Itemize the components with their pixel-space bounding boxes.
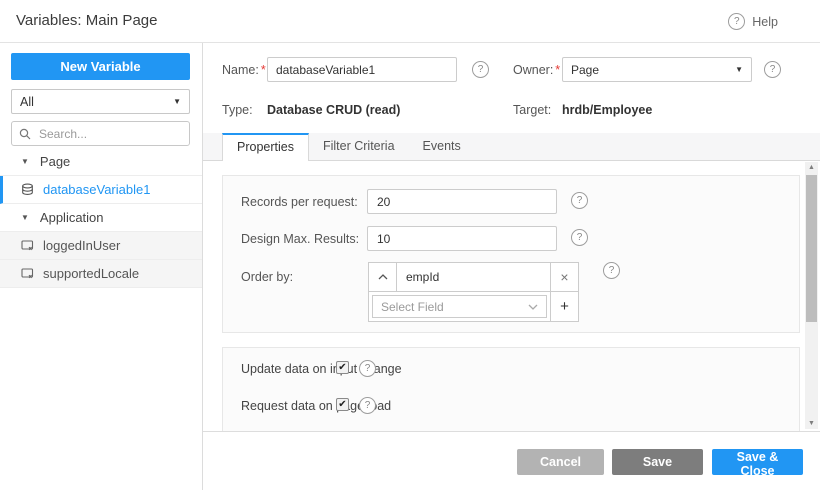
tree-group-application[interactable]: ▼ Application: [0, 204, 202, 232]
scrollbar-thumb[interactable]: [806, 175, 817, 322]
dialog-footer: Cancel Save Save & Close: [203, 431, 820, 490]
owner-help-icon[interactable]: ?: [764, 61, 781, 78]
sort-direction-toggle[interactable]: [369, 263, 397, 291]
data-settings-panel: Records per request: ? Design Max. Resul…: [222, 175, 800, 333]
tree-group-label: Page: [40, 154, 70, 169]
name-input[interactable]: [267, 57, 457, 82]
name-help-icon[interactable]: ?: [472, 61, 489, 78]
check-icon: ✔: [338, 400, 346, 410]
tab-bar: Properties Filter Criteria Events: [203, 133, 820, 161]
check-icon: ✔: [338, 363, 346, 373]
select-field-dropdown[interactable]: Select Field: [372, 295, 547, 318]
page-title: Variables: Main Page: [16, 12, 157, 29]
tree-item-label: loggedInUser: [43, 238, 120, 253]
add-order-field-row: Select Field +: [368, 292, 579, 322]
behavior-panel: Update data on input change ✔ ? Request …: [222, 347, 800, 431]
dialog-header: Variables: Main Page ? Help: [0, 0, 820, 43]
add-order-field-button[interactable]: +: [550, 292, 578, 321]
tree-item-databasevariable1[interactable]: databaseVariable1: [0, 176, 202, 204]
type-label: Type:: [222, 103, 253, 117]
new-variable-button[interactable]: New Variable: [11, 53, 190, 80]
chevron-up-icon: [378, 274, 388, 280]
chevron-down-icon: ▼: [735, 65, 743, 74]
chevron-down-icon: [528, 304, 538, 310]
database-variable-icon: [20, 183, 34, 197]
save-close-button[interactable]: Save & Close: [712, 449, 803, 475]
search-box[interactable]: [11, 121, 190, 146]
required-marker: *: [553, 63, 560, 77]
tree-group-label: Application: [40, 210, 104, 225]
design-max-results-help-icon[interactable]: ?: [571, 229, 588, 246]
design-max-results-input[interactable]: [367, 226, 557, 251]
request-on-load-help-icon[interactable]: ?: [359, 397, 376, 414]
tree-item-label: supportedLocale: [43, 266, 139, 281]
target-label: Target:: [513, 103, 551, 117]
chevron-down-icon: ▼: [173, 97, 181, 106]
variables-dialog: Variables: Main Page ? Help New Variable…: [0, 0, 820, 490]
order-by-field-value[interactable]: empId: [397, 263, 550, 291]
properties-tab-panel: Records per request: ? Design Max. Resul…: [203, 161, 805, 431]
vertical-scrollbar[interactable]: ▲ ▼: [805, 162, 818, 429]
collapse-icon[interactable]: ▼: [21, 157, 29, 166]
order-by-row: empId ×: [368, 262, 579, 292]
tab-properties[interactable]: Properties: [222, 133, 309, 161]
required-marker: *: [259, 63, 266, 77]
name-label: Name:*: [222, 63, 266, 77]
variable-filter-select[interactable]: All ▼: [11, 89, 190, 114]
remove-order-field-button[interactable]: ×: [550, 263, 578, 291]
search-input[interactable]: [37, 126, 182, 142]
records-per-request-help-icon[interactable]: ?: [571, 192, 588, 209]
tree-item-label: databaseVariable1: [43, 182, 150, 197]
tab-filter-criteria[interactable]: Filter Criteria: [309, 133, 409, 160]
tree-group-page[interactable]: ▼ Page: [0, 148, 202, 176]
order-by-help-icon[interactable]: ?: [603, 262, 620, 279]
records-per-request-label: Records per request:: [241, 195, 358, 209]
select-field-placeholder: Select Field: [381, 300, 444, 314]
help-label: Help: [752, 15, 778, 29]
tree-item-supportedlocale[interactable]: supportedLocale: [0, 260, 202, 288]
static-variable-icon: [20, 239, 34, 253]
save-button[interactable]: Save: [612, 449, 703, 475]
owner-select[interactable]: Page ▼: [562, 57, 752, 82]
static-variable-icon: [20, 267, 34, 281]
collapse-icon[interactable]: ▼: [21, 213, 29, 222]
scroll-down-icon[interactable]: ▼: [805, 420, 818, 427]
records-per-request-input[interactable]: [367, 189, 557, 214]
update-on-input-checkbox[interactable]: ✔: [336, 361, 349, 374]
scroll-up-icon[interactable]: ▲: [805, 164, 818, 171]
owner-label: Owner:*: [513, 63, 560, 77]
cancel-button[interactable]: Cancel: [517, 449, 604, 475]
order-by-widget: empId × Select Field +: [368, 262, 579, 322]
design-max-results-label: Design Max. Results:: [241, 232, 359, 246]
help-button[interactable]: ? Help: [728, 13, 778, 30]
search-icon: [19, 128, 31, 140]
variable-filter-value: All: [20, 95, 34, 109]
select-field-wrap: Select Field: [369, 292, 550, 321]
update-on-input-help-icon[interactable]: ?: [359, 360, 376, 377]
owner-value: Page: [571, 63, 599, 77]
update-on-input-label: Update data on input change: [241, 361, 402, 377]
sidebar: New Variable All ▼ ▼ Page: [0, 43, 203, 490]
tab-events[interactable]: Events: [409, 133, 475, 160]
help-icon: ?: [728, 13, 745, 30]
target-value: hrdb/Employee: [562, 103, 652, 117]
tree-item-loggedinuser[interactable]: loggedInUser: [0, 232, 202, 260]
request-on-load-checkbox[interactable]: ✔: [336, 398, 349, 411]
variables-tree: ▼ Page databaseVariable1 ▼ Application: [0, 148, 202, 288]
order-by-label: Order by:: [241, 270, 293, 284]
type-value: Database CRUD (read): [267, 103, 400, 117]
